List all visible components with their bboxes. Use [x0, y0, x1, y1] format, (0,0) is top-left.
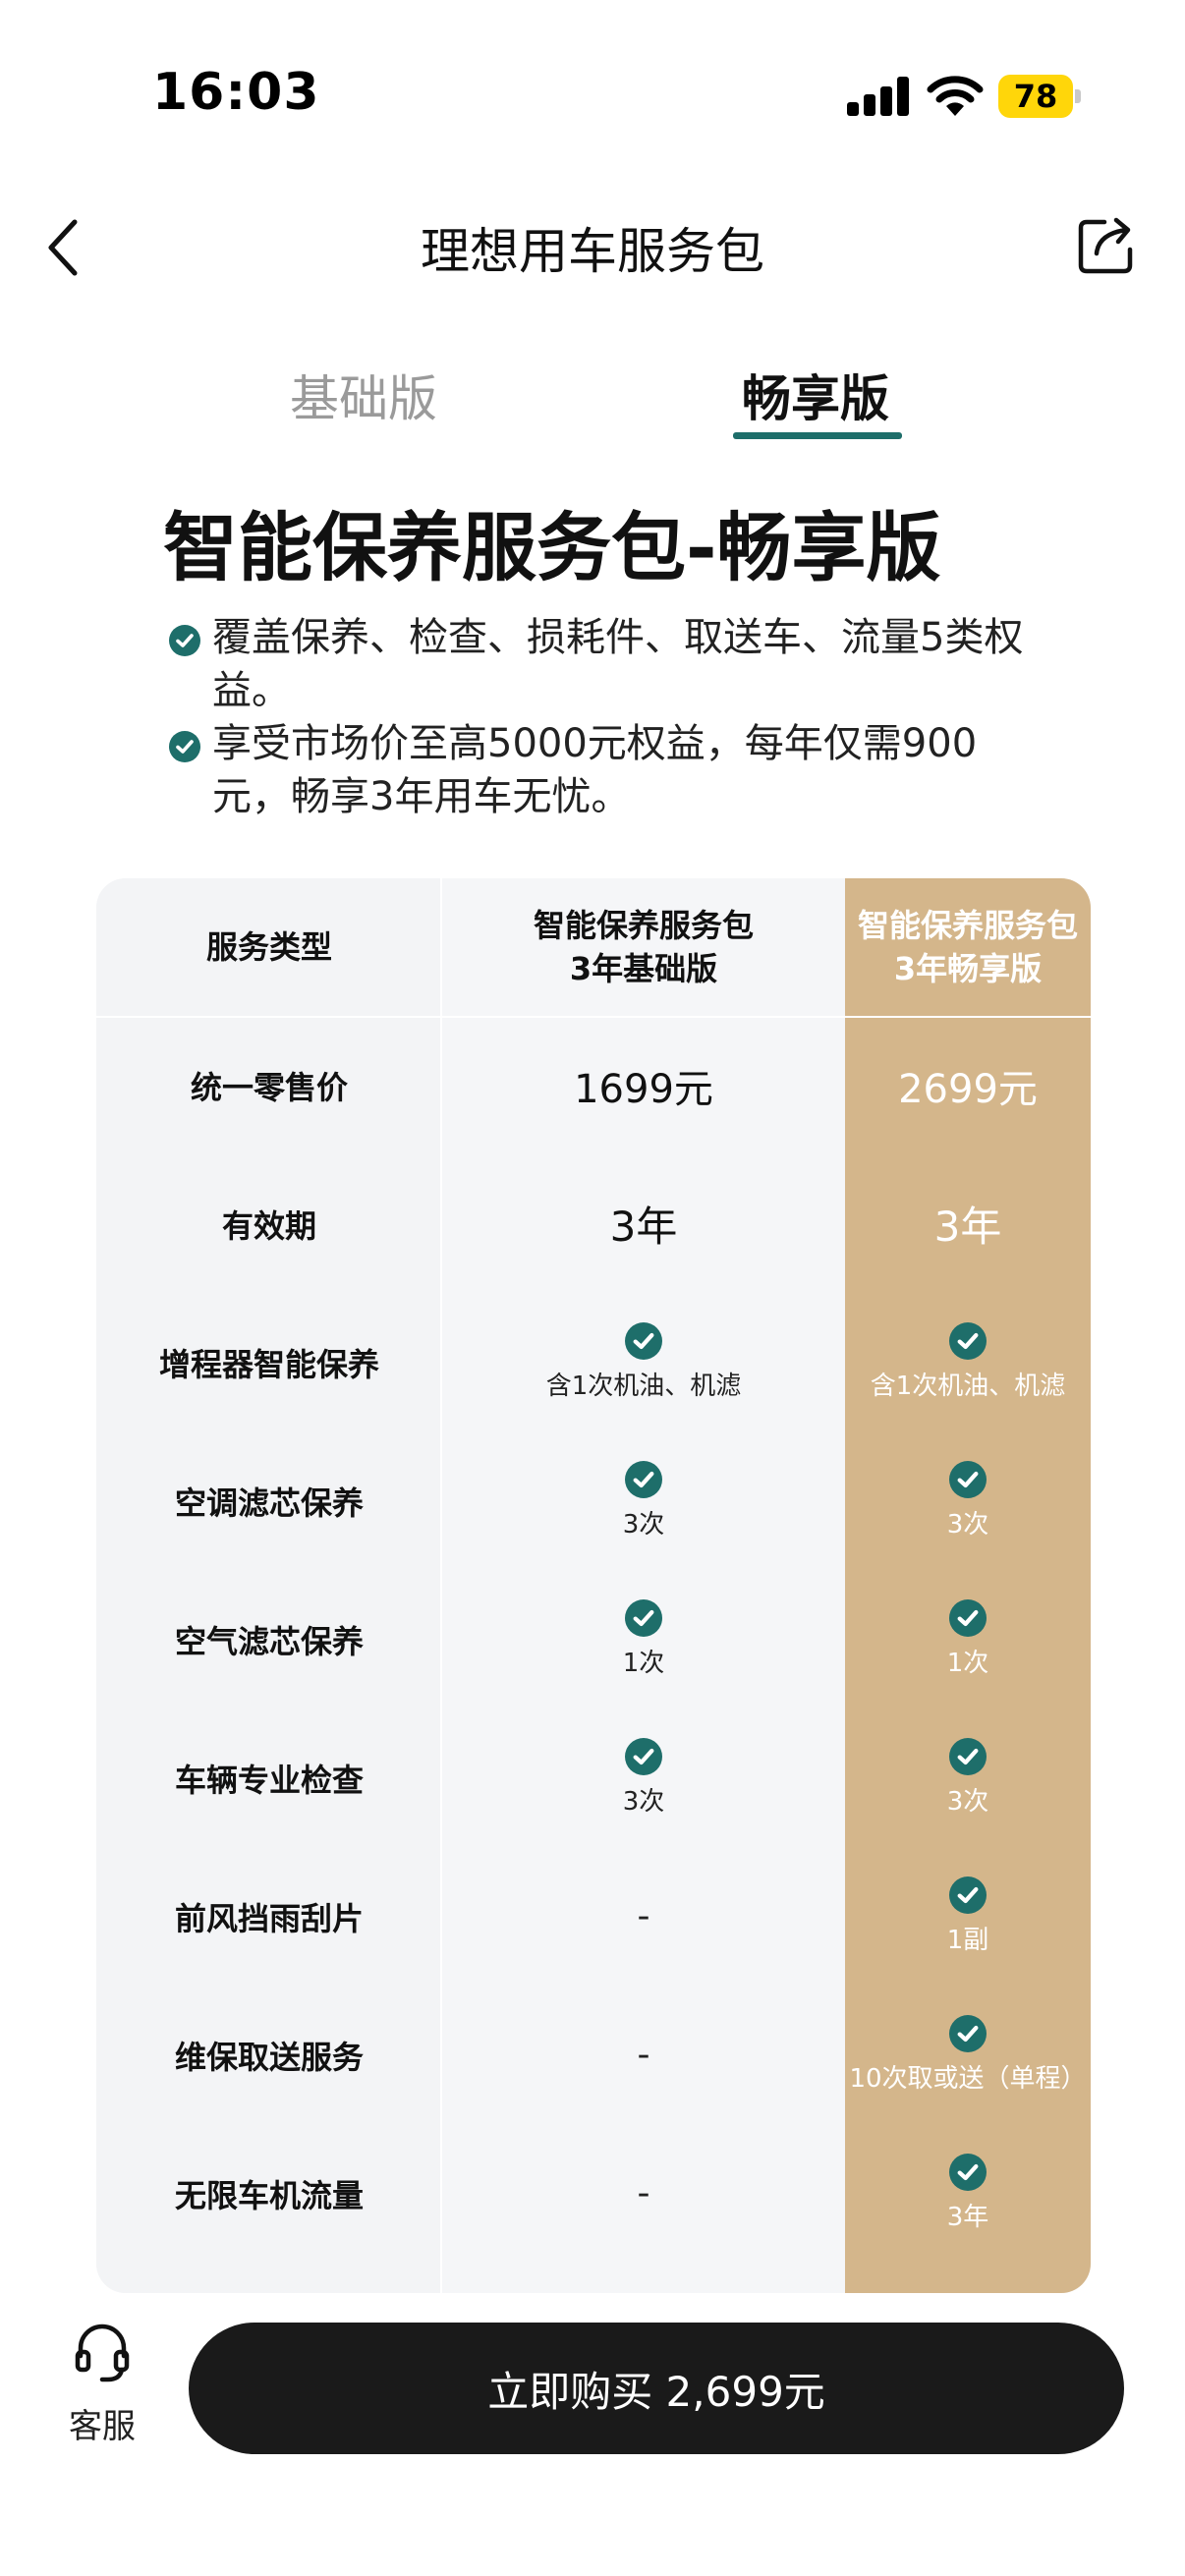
- premium-validity: 3年: [933, 1203, 1002, 1251]
- check-circle-icon: [949, 1461, 987, 1498]
- table-cell-basic: 1699元: [442, 1016, 845, 1154]
- not-included-dash: -: [637, 1896, 650, 1936]
- table-row-label: 空气滤芯保养: [96, 1570, 442, 1708]
- tab-basic[interactable]: 基础版: [265, 360, 462, 430]
- row-label: 空调滤芯保养: [174, 1484, 364, 1522]
- benefit-note: 3次: [622, 1787, 665, 1817]
- status-time: 16:03: [152, 63, 320, 122]
- table-row-label: 统一零售价: [96, 1016, 442, 1154]
- check-circle-icon: [949, 2154, 987, 2191]
- benefit-text: 覆盖保养、检查、损耗件、取送车、流量5类权益。: [212, 615, 1024, 713]
- row-label: 空气滤芯保养: [174, 1622, 364, 1660]
- buy-now-button[interactable]: 立即购买 2,699元: [189, 2323, 1124, 2454]
- header-premium-plan: 智能保养服务包 3年畅享版: [845, 878, 1091, 1016]
- basic-validity: 3年: [609, 1203, 678, 1251]
- benefit-note: 3年: [946, 2203, 989, 2232]
- header-label: 服务类型: [205, 928, 332, 966]
- table-cell-basic: 1次: [442, 1570, 845, 1708]
- table-cell-premium: 含1次机油、机滤: [845, 1293, 1091, 1431]
- benefit-note: 1次: [622, 1649, 665, 1678]
- benefit-note: 3次: [622, 1510, 665, 1540]
- share-icon[interactable]: [1075, 214, 1138, 277]
- table-row-label: 无限车机流量: [96, 2124, 442, 2263]
- table-row-label: 前风挡雨刮片: [96, 1847, 442, 1986]
- not-included-dash: -: [637, 2035, 650, 2075]
- table-cell-basic: 3次: [442, 1708, 845, 1847]
- row-label: 无限车机流量: [174, 2176, 364, 2214]
- table-row-label: 增程器智能保养: [96, 1293, 442, 1431]
- table-row-label: 车辆专业检查: [96, 1708, 442, 1847]
- customer-service-label: 客服: [69, 2407, 136, 2446]
- table-cell-premium: 3年: [845, 2124, 1091, 2263]
- header-service-type: 服务类型: [96, 878, 442, 1016]
- row-label: 前风挡雨刮片: [174, 1899, 364, 1937]
- check-circle-icon: [949, 1599, 987, 1637]
- table-cell-basic: 3次: [442, 1431, 845, 1570]
- benefit-text: 享受市场价至高5000元权益，每年仅需900元，畅享3年用车无忧。: [212, 721, 978, 819]
- check-circle-icon: [949, 1322, 987, 1360]
- check-circle-icon: [625, 1599, 662, 1637]
- active-tab-indicator: [733, 432, 902, 439]
- tab-premium[interactable]: 畅享版: [717, 360, 914, 430]
- header-line: 智能保养服务包: [857, 907, 1078, 944]
- row-label: 有效期: [221, 1206, 316, 1245]
- row-label: 统一零售价: [190, 1068, 348, 1106]
- benefit-item: 覆盖保养、检查、损耗件、取送车、流量5类权益。: [169, 611, 1034, 717]
- benefit-note: 3次: [946, 1510, 989, 1540]
- benefit-note: 1次: [946, 1649, 989, 1678]
- header-basic-plan: 智能保养服务包 3年基础版: [442, 878, 845, 1016]
- check-circle-icon: [949, 1876, 987, 1914]
- benefit-note: 含1次机油、机滤: [870, 1372, 1066, 1401]
- table-cell-premium: 3次: [845, 1431, 1091, 1570]
- not-included-dash: -: [637, 2173, 650, 2213]
- table-cell-basic: -: [442, 1847, 845, 1986]
- check-circle-icon: [169, 625, 200, 656]
- wifi-icon: [927, 76, 984, 116]
- benefit-item: 享受市场价至高5000元权益，每年仅需900元，畅享3年用车无忧。: [169, 717, 1034, 823]
- table-cell-basic: -: [442, 2124, 845, 2263]
- table-cell-premium: 1副: [845, 1847, 1091, 1986]
- table-cell-premium: 3次: [845, 1708, 1091, 1847]
- table-row-label: 有效期: [96, 1154, 442, 1293]
- check-circle-icon: [169, 731, 200, 762]
- check-circle-icon: [949, 1738, 987, 1775]
- basic-price: 1699元: [574, 1066, 713, 1112]
- customer-service-button[interactable]: 客服: [59, 2323, 145, 2460]
- table-cell-premium: 3年: [845, 1154, 1091, 1293]
- check-circle-icon: [625, 1322, 662, 1360]
- page-title: 理想用车服务包: [421, 223, 764, 280]
- benefit-note: 10次取或送（单程）: [849, 2064, 1087, 2094]
- check-circle-icon: [949, 2015, 987, 2052]
- table-cell-premium: 10次取或送（单程）: [845, 1986, 1091, 2124]
- battery-icon: 78: [998, 75, 1081, 118]
- benefit-note: 含1次机油、机滤: [545, 1372, 742, 1401]
- table-cell-premium: 2699元: [845, 1016, 1091, 1154]
- table-row-label: 维保取送服务: [96, 1986, 442, 2124]
- headset-icon: [75, 2324, 130, 2382]
- benefit-note: 1副: [946, 1926, 989, 1955]
- premium-price: 2699元: [898, 1066, 1038, 1112]
- table-cell-basic: -: [442, 1986, 845, 2124]
- status-bar: 16:03 78: [0, 0, 1185, 187]
- row-label: 增程器智能保养: [158, 1345, 379, 1383]
- table-cell-premium: 1次: [845, 1570, 1091, 1708]
- header-line: 智能保养服务包: [533, 907, 754, 944]
- benefit-note: 3次: [946, 1787, 989, 1817]
- package-title: 智能保养服务包-畅享版: [163, 504, 941, 591]
- row-label: 维保取送服务: [174, 2038, 364, 2076]
- table-cell-basic: 含1次机油、机滤: [442, 1293, 845, 1431]
- cellular-signal-icon: [847, 77, 910, 116]
- header-line: 3年基础版: [569, 950, 718, 987]
- check-circle-icon: [625, 1738, 662, 1775]
- battery-level: 78: [1013, 78, 1058, 115]
- table-row-label: 空调滤芯保养: [96, 1431, 442, 1570]
- header-line: 3年畅享版: [893, 950, 1043, 987]
- check-circle-icon: [625, 1461, 662, 1498]
- row-label: 车辆专业检查: [174, 1761, 364, 1799]
- table-cell-basic: 3年: [442, 1154, 845, 1293]
- comparison-table: 服务类型 智能保养服务包 3年基础版 智能保养服务包 3年畅享版 统一零售价 1…: [96, 878, 1091, 2293]
